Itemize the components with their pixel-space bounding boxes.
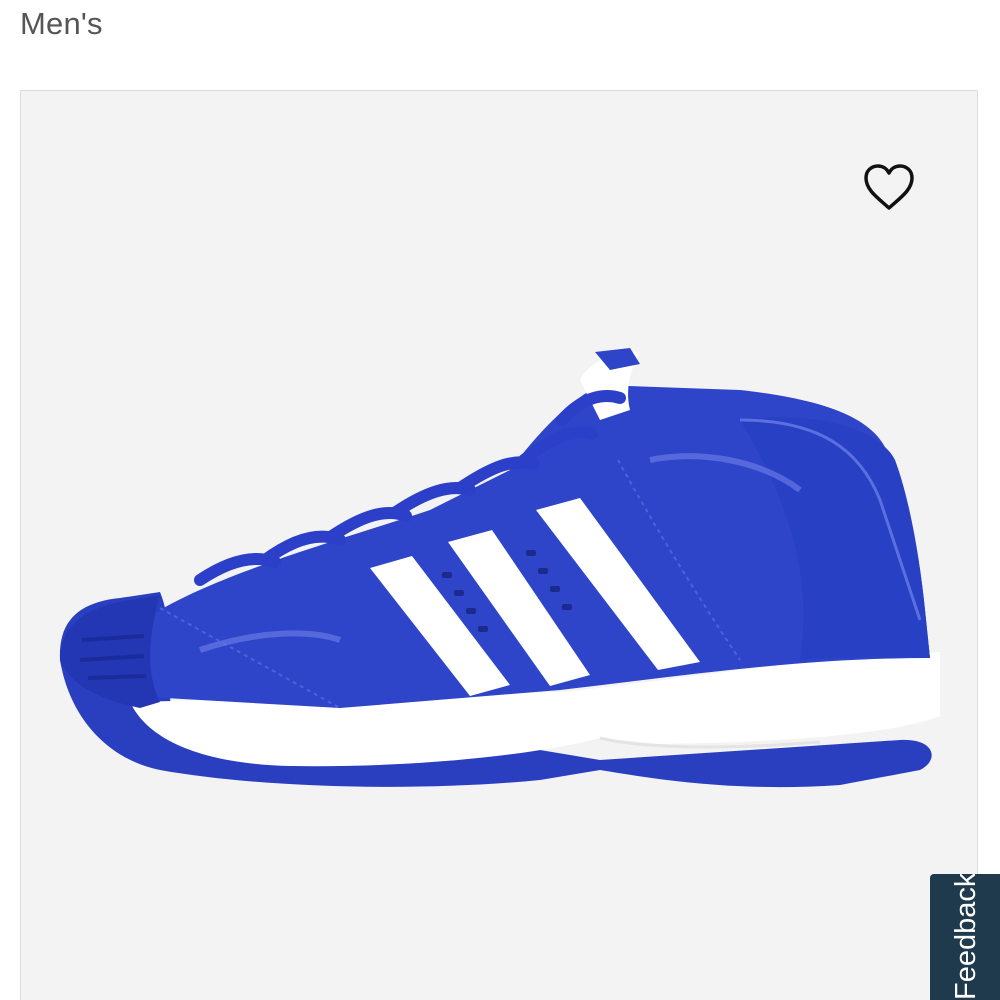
product-image (59, 348, 940, 788)
feedback-tab[interactable]: Feedback (930, 874, 1000, 1000)
wishlist-button[interactable] (858, 160, 920, 216)
category-label: Men's (20, 6, 103, 41)
product-page: Men's Feedback (0, 0, 1000, 1000)
feedback-label: Feedback (950, 874, 982, 1000)
heart-outline-icon (864, 164, 914, 210)
